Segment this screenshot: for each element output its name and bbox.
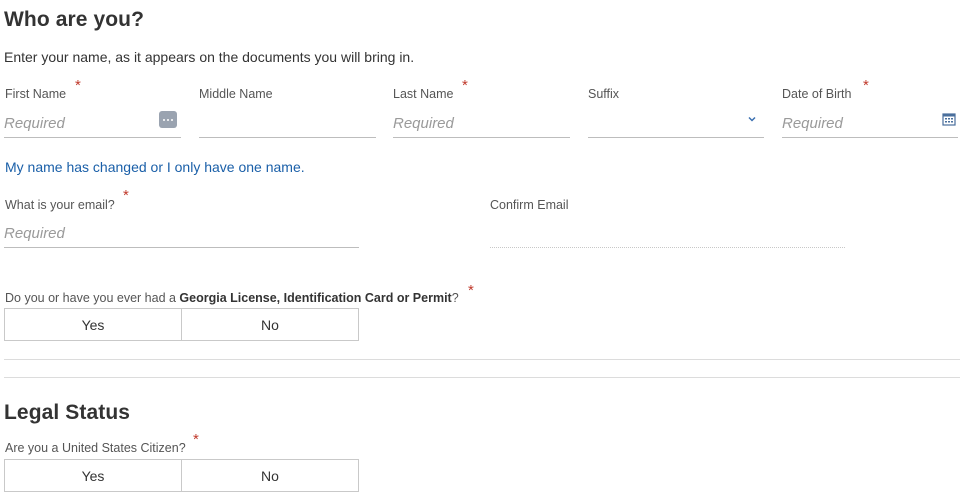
- first-name-label: First Name: [5, 87, 67, 101]
- citizen-question: Are you a United States Citizen?: [5, 441, 186, 455]
- required-star: *: [75, 77, 81, 94]
- license-question-suffix: ?: [451, 291, 459, 305]
- suffix-select[interactable]: [588, 110, 764, 138]
- chevron-down-icon[interactable]: [746, 113, 758, 125]
- intro-text: Enter your name, as it appears on the do…: [4, 49, 415, 65]
- email-label: What is your email?: [5, 198, 115, 212]
- required-star: *: [468, 282, 474, 299]
- last-name-field[interactable]: [393, 110, 570, 138]
- required-star: *: [863, 77, 869, 94]
- last-name-label: Last Name: [393, 87, 454, 101]
- license-toggle: Yes No: [4, 308, 359, 341]
- section-title-who: Who are you?: [4, 8, 145, 31]
- license-question-bold: Georgia License, Identification Card or …: [179, 291, 452, 305]
- calendar-icon[interactable]: [942, 112, 956, 126]
- email-input[interactable]: [4, 220, 359, 247]
- license-yes-button[interactable]: Yes: [5, 309, 181, 340]
- middle-name-label: Middle Name: [199, 87, 273, 101]
- section-title-legal: Legal Status: [4, 401, 131, 424]
- license-question-prefix: Do you or have you ever had a: [5, 291, 180, 305]
- divider: [4, 359, 960, 360]
- middle-name-input[interactable]: [199, 110, 376, 137]
- confirm-email-field[interactable]: [490, 220, 845, 248]
- name-changed-link[interactable]: My name has changed or I only have one n…: [5, 159, 305, 175]
- suffix-label: Suffix: [588, 87, 620, 101]
- required-star: *: [123, 187, 129, 204]
- license-question: Do you or have you ever had a Georgia Li…: [5, 291, 459, 305]
- citizen-yes-button[interactable]: Yes: [5, 460, 181, 491]
- citizen-no-button[interactable]: No: [181, 460, 358, 491]
- license-no-button[interactable]: No: [181, 309, 358, 340]
- citizen-toggle: Yes No: [4, 459, 359, 492]
- more-options-icon[interactable]: [159, 111, 177, 128]
- confirm-email-label: Confirm Email: [490, 198, 569, 212]
- confirm-email-input[interactable]: [490, 220, 845, 247]
- dob-field[interactable]: [782, 110, 958, 138]
- first-name-input[interactable]: [4, 110, 181, 137]
- required-star: *: [462, 77, 468, 94]
- dob-input[interactable]: [782, 110, 958, 137]
- first-name-field[interactable]: [4, 110, 181, 138]
- divider: [4, 377, 960, 378]
- last-name-input[interactable]: [393, 110, 570, 137]
- dob-label: Date of Birth: [782, 87, 852, 101]
- required-star: *: [193, 431, 199, 448]
- email-field[interactable]: [4, 220, 359, 248]
- middle-name-field[interactable]: [199, 110, 376, 138]
